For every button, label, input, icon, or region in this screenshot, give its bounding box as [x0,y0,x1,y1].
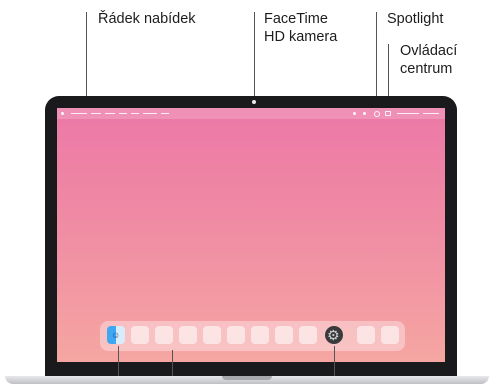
menu-item[interactable] [119,113,127,114]
dock-app-icon[interactable] [299,326,317,344]
control-center-callout-line2: centrum [400,61,453,77]
menu-item[interactable] [91,113,101,114]
menu-item[interactable] [105,113,115,114]
wifi-icon[interactable] [353,112,356,115]
camera-callout: FaceTime HD kamera [264,10,337,46]
control-center-icon[interactable] [385,111,391,116]
control-center-callout-line1: Ovládací [400,43,458,59]
menu-item[interactable] [71,113,87,114]
spotlight-callout: Spotlight [387,11,444,27]
battery-icon[interactable] [363,112,366,115]
camera-callout-line2: HD kamera [264,29,338,45]
menu-bar[interactable] [57,108,445,119]
menubar-callout: Řádek nabídek [98,11,196,27]
gear-icon: ⚙ [327,327,340,343]
finder-face-icon: ☺ [111,330,121,340]
dock-app-icon[interactable] [357,326,375,344]
dock-app-icon[interactable] [251,326,269,344]
spotlight-icon[interactable] [374,111,380,117]
facetime-camera [252,100,256,104]
menu-item[interactable] [161,113,169,114]
clock-text [397,113,419,114]
laptop-notch [222,376,272,380]
dock-app-icon[interactable] [203,326,221,344]
system-settings-icon[interactable]: ⚙ [325,326,343,344]
dock-app-icon[interactable] [227,326,245,344]
control-center-callout: Ovládací centrum [400,42,457,78]
dock-app-icon[interactable] [381,326,399,344]
dock-app-icon[interactable] [131,326,149,344]
finder-icon[interactable]: ☺ [107,326,125,344]
dock-app-icon[interactable] [275,326,293,344]
dock-app-icon[interactable] [155,326,173,344]
dock-app-icon[interactable] [179,326,197,344]
camera-leader-line [254,12,255,98]
menu-extra [423,113,439,114]
apple-menu-icon[interactable] [61,112,64,115]
menu-item[interactable] [131,113,139,114]
camera-callout-line1: FaceTime [264,11,328,27]
menu-item[interactable] [143,113,157,114]
